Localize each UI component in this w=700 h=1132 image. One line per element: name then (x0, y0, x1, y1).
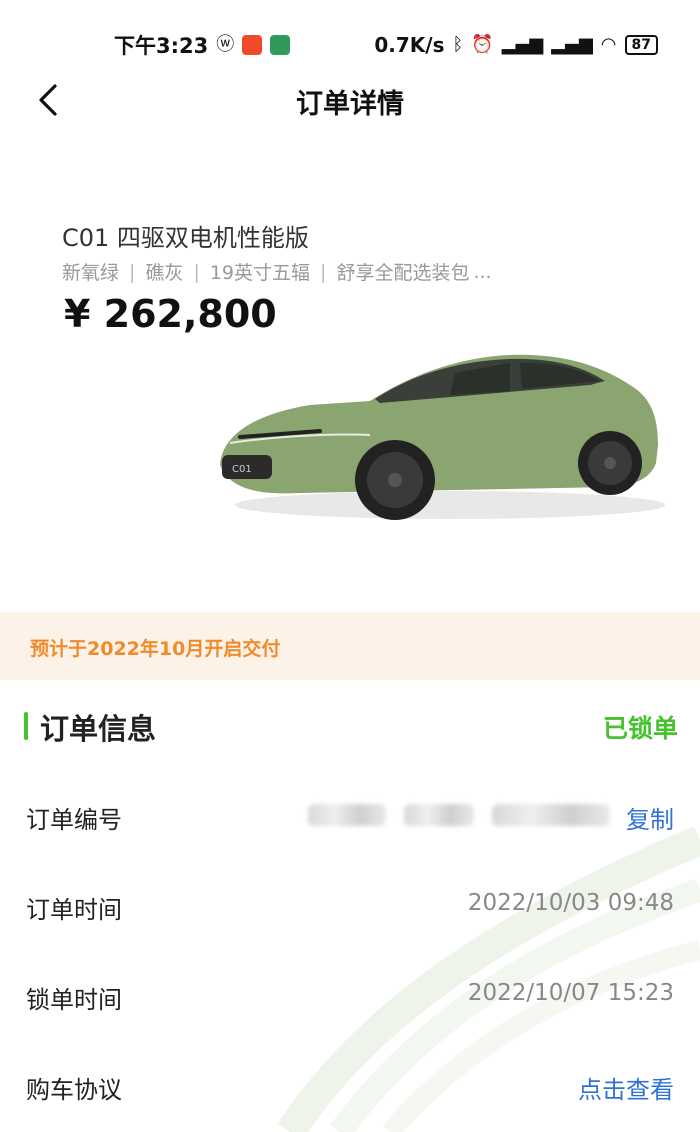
order-number-row: 订单编号 复制 (0, 770, 700, 860)
delivery-notice: 预计于2022年10月开启交付 (0, 612, 700, 680)
order-number-label: 订单编号 (26, 806, 122, 834)
battery-icon: 87 (624, 35, 658, 55)
order-status-badge: 已锁单 (602, 714, 678, 743)
lock-time-label: 锁单时间 (26, 986, 122, 1014)
svg-text:C01: C01 (232, 464, 252, 475)
status-bar-left: 下午3:23 ⓦ (114, 30, 291, 60)
car-options: 新氧绿 | 礁灰 | 19英寸五辐 | 舒享全配选装包 ... (62, 258, 492, 285)
order-time-label: 订单时间 (26, 896, 122, 924)
wifi-icon: ◠ (600, 34, 617, 55)
status-bar-right: 0.7K/s ᛒ ⏰ ▂▄▆ ▂▄▆ ◠ 87 (374, 33, 658, 57)
car-price: ¥ 262,800 (64, 292, 277, 336)
lock-time-row: 锁单时间 2022/10/07 15:23 (0, 950, 700, 1040)
option-divider: | (193, 260, 200, 283)
purchase-agreement-row: 购车协议 点击查看 (0, 1040, 700, 1130)
signal-hd-2-icon: ▂▄▆ (551, 34, 593, 55)
option-package: 舒享全配选装包 (336, 262, 470, 284)
option-color: 新氧绿 (62, 262, 120, 284)
car-image: C01 (220, 354, 665, 520)
section-accent-bar (24, 712, 28, 740)
delivery-text: 预计于2022年10月开启交付 (30, 638, 281, 660)
options-ellipsis: ... (473, 260, 492, 283)
mask-block (492, 804, 610, 826)
network-speed: 0.7K/s (374, 33, 445, 57)
car-model-name: C01 四驱双电机性能版 (62, 224, 309, 252)
order-info-header: 订单信息 已锁单 (0, 690, 700, 764)
signal-hd-1-icon: ▂▄▆ (501, 34, 544, 55)
option-wheels: 19英寸五辐 (209, 262, 311, 284)
app-red-icon (242, 35, 263, 55)
lock-time-value: 2022/10/07 15:23 (467, 980, 674, 1006)
mask-block (308, 804, 386, 826)
copy-order-number-button[interactable]: 复制 (626, 800, 674, 835)
option-divider: | (129, 260, 136, 283)
order-number-masked (308, 804, 610, 826)
app-green-icon (270, 35, 291, 55)
option-interior: 礁灰 (145, 262, 184, 284)
mask-block (404, 804, 474, 826)
purchase-agreement-label: 购车协议 (26, 1076, 122, 1104)
alarm-icon: ⏰ (471, 34, 494, 55)
option-divider: | (320, 260, 327, 283)
view-agreement-link[interactable]: 点击查看 (578, 1070, 674, 1105)
nav-header: 订单详情 (0, 70, 700, 130)
bluetooth-icon: ᛒ (452, 34, 464, 55)
page-title: 订单详情 (296, 89, 404, 120)
order-time-value: 2022/10/03 09:48 (467, 890, 674, 916)
order-time-row: 订单时间 2022/10/03 09:48 (0, 860, 700, 950)
section-title: 订单信息 (40, 712, 157, 746)
weibo-icon: ⓦ (216, 34, 235, 55)
clock: 下午3:23 (114, 34, 209, 58)
